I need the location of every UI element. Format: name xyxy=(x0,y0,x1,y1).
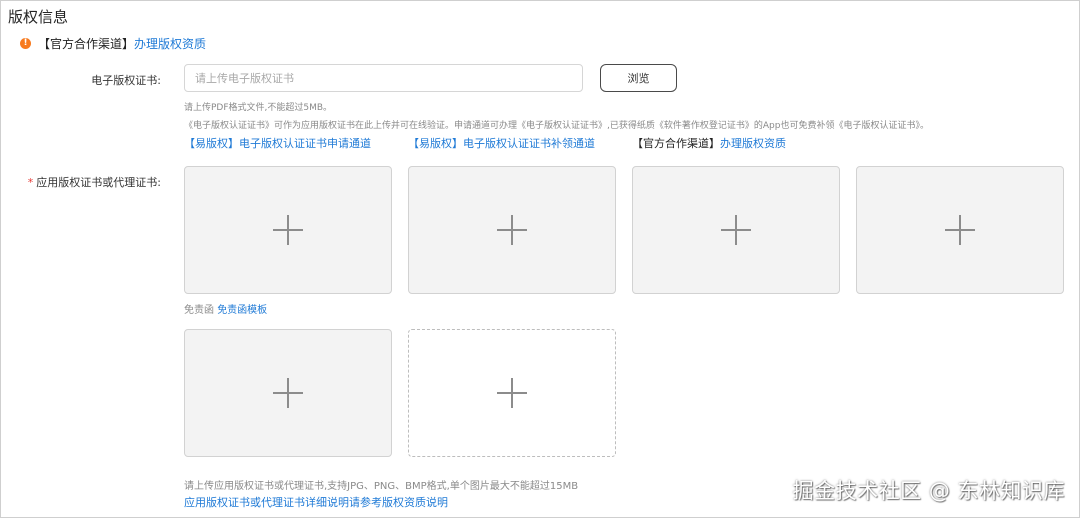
channel-reissue: 【易版权】电子版权认证证书补领通道 xyxy=(408,135,595,151)
qualification-doc-link[interactable]: 应用版权证书或代理证书详细说明请参考版权资质说明 xyxy=(184,494,448,510)
channel-official-bracket: 【官方合作渠道】 xyxy=(632,137,720,150)
disclaimer-prefix: 免责函 xyxy=(184,305,214,316)
electronic-cert-input[interactable] xyxy=(184,64,583,92)
warning-circle-icon: ! xyxy=(20,38,31,49)
cert-description-hint: 《电子版权认证证书》可作为应用版权证书在此上传并可在线验证。申请通道可办理《电子… xyxy=(184,121,929,131)
upload-tile[interactable] xyxy=(856,166,1064,294)
upload-tile[interactable] xyxy=(184,166,392,294)
channel-official: 【官方合作渠道】办理版权资质 xyxy=(632,135,786,151)
plus-icon xyxy=(945,215,975,245)
official-channel-notice: ! 【官方合作渠道】 办理版权资质 xyxy=(20,35,206,52)
app-cert-label-text: 应用版权证书或代理证书: xyxy=(36,176,161,189)
channel-apply: 【易版权】电子版权认证证书申请通道 xyxy=(184,135,371,151)
plus-icon xyxy=(273,378,303,408)
plus-icon xyxy=(497,215,527,245)
upload-tile[interactable] xyxy=(632,166,840,294)
app-cert-label: * 应用版权证书或代理证书: xyxy=(28,174,161,190)
channel-reissue-link[interactable]: 电子版权认证证书补领通道 xyxy=(463,137,595,150)
notice-apply-link[interactable]: 办理版权资质 xyxy=(134,35,206,52)
notice-bracket-text: 【官方合作渠道】 xyxy=(38,37,135,51)
browse-button[interactable]: 浏览 xyxy=(600,64,677,92)
electronic-cert-label: 电子版权证书: xyxy=(91,74,161,87)
upload-tile[interactable] xyxy=(184,329,392,457)
channel-official-link[interactable]: 办理版权资质 xyxy=(720,137,786,150)
copyright-info-panel: 版权信息 ! 【官方合作渠道】 办理版权资质 电子版权证书: 浏览 请上传PDF… xyxy=(0,0,1080,518)
cert-format-hint: 请上传PDF格式文件,不能超过5MB。 xyxy=(184,103,333,113)
section-title: 版权信息 xyxy=(8,8,69,26)
upload-format-hint: 请上传应用版权证书或代理证书,支持JPG、PNG、BMP格式,单个图片最大不能超… xyxy=(184,481,579,492)
channel-reissue-bracket[interactable]: 【易版权】 xyxy=(408,137,463,150)
upload-tile[interactable] xyxy=(408,166,616,294)
disclaimer-row: 免责函 免责函模板 xyxy=(184,301,267,316)
disclaimer-template-link[interactable]: 免责函模板 xyxy=(217,305,267,316)
required-mark: * xyxy=(27,176,34,189)
plus-icon xyxy=(497,378,527,408)
channel-apply-bracket[interactable]: 【易版权】 xyxy=(184,137,239,150)
channel-apply-link[interactable]: 电子版权认证证书申请通道 xyxy=(239,137,371,150)
watermark: 掘金技术社区 @ 东林知识库 xyxy=(792,479,1065,503)
upload-tile-add[interactable] xyxy=(408,329,616,457)
plus-icon xyxy=(721,215,751,245)
plus-icon xyxy=(273,215,303,245)
